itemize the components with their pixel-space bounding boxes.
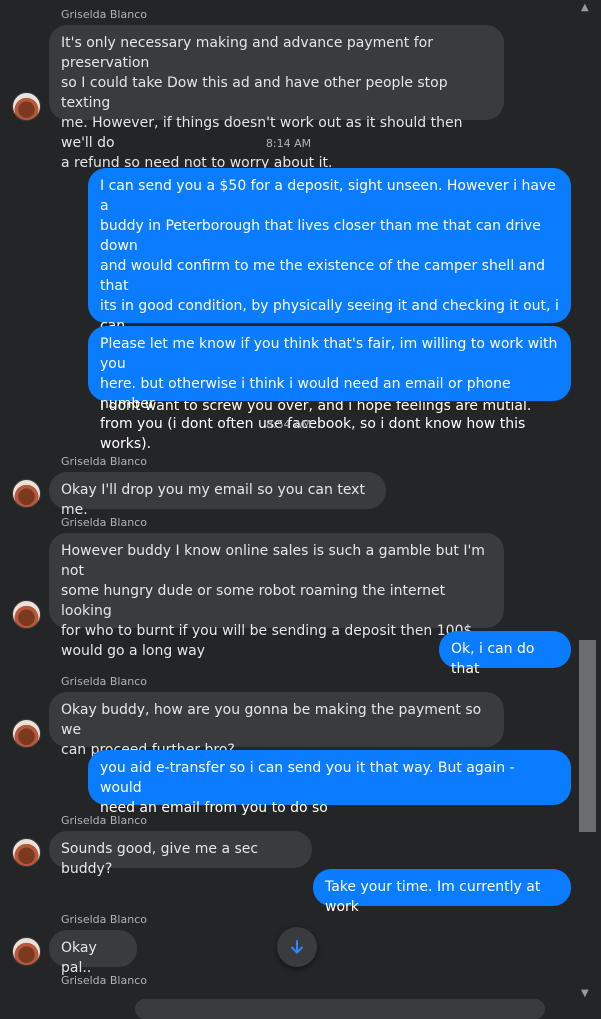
scrollbar-track[interactable] xyxy=(579,0,601,1004)
sender-name: Griselda Blanco xyxy=(61,974,147,987)
message-bubble-outgoing[interactable]: Take your time. Im currently at work xyxy=(313,869,571,915)
sender-name: Griselda Blanco xyxy=(61,675,147,688)
arrow-down-icon xyxy=(291,940,303,954)
message-bubble-incoming[interactable]: Okay pal.. xyxy=(49,930,137,976)
message-bubble-outgoing[interactable]: I can send you a $50 for a deposit, sigh… xyxy=(88,168,571,414)
scroll-up-arrow-icon[interactable]: ▲ xyxy=(581,2,589,13)
message-bubble-outgoing[interactable]: Please let me know if you think that's f… xyxy=(88,326,571,452)
scrollbar-thumb[interactable] xyxy=(579,640,596,832)
message-bubble-incoming[interactable]: Okay I'll drop you my email so you can t… xyxy=(49,472,386,518)
message-bubble-partial[interactable] xyxy=(135,999,545,1019)
message-bubble-incoming[interactable]: However buddy I know online sales is suc… xyxy=(49,533,504,659)
contact-avatar[interactable] xyxy=(12,937,41,966)
message-bubble-outgoing[interactable]: you aid e-transfer so i can send you it … xyxy=(88,750,571,816)
sender-name: Griselda Blanco xyxy=(61,913,147,926)
scroll-down-arrow-icon[interactable]: ▼ xyxy=(581,988,589,999)
contact-avatar[interactable] xyxy=(12,838,41,867)
sender-name: Griselda Blanco xyxy=(61,455,147,468)
contact-avatar[interactable] xyxy=(12,600,41,629)
sender-name: Griselda Blanco xyxy=(61,516,147,529)
contact-avatar[interactable] xyxy=(12,719,41,748)
scroll-to-bottom-button[interactable] xyxy=(277,927,317,967)
timestamp: 8:14 AM xyxy=(265,137,312,150)
contact-avatar[interactable] xyxy=(12,92,41,121)
message-bubble-incoming[interactable]: Sounds good, give me a sec buddy? xyxy=(49,831,312,877)
sender-name: Griselda Blanco xyxy=(61,814,147,827)
message-bubble-outgoing[interactable]: Ok, i can do that xyxy=(439,631,571,677)
message-bubble-incoming[interactable]: It's only necessary making and advance p… xyxy=(49,25,504,171)
sender-name: Griselda Blanco xyxy=(61,8,147,21)
contact-avatar[interactable] xyxy=(12,479,41,508)
timestamp: 8:54 AM xyxy=(265,418,312,431)
message-bubble-incoming[interactable]: Okay buddy, how are you gonna be making … xyxy=(49,692,504,758)
